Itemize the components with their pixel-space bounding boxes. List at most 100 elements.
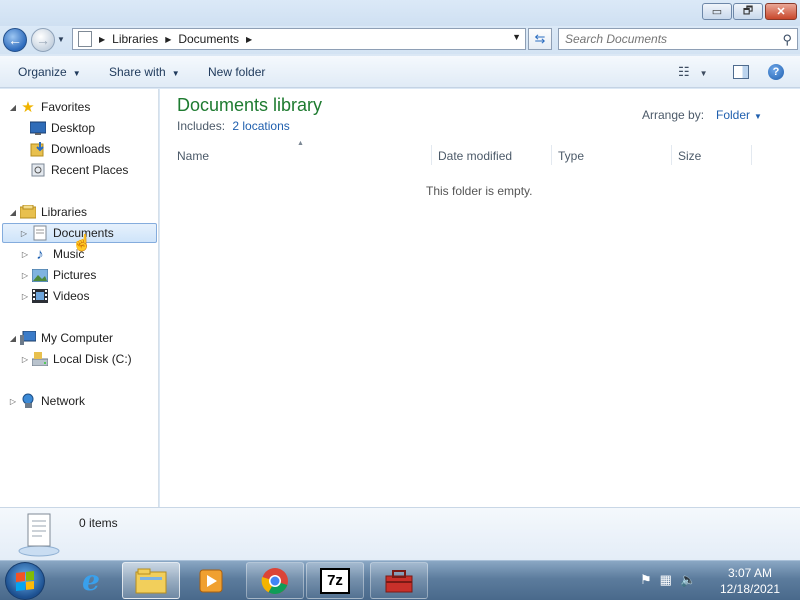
expand-arrow-icon[interactable]: ▷: [20, 271, 30, 280]
collapse-arrow-icon[interactable]: ◢: [8, 208, 18, 217]
folder-icon: [135, 568, 167, 593]
taskbar-7zip[interactable]: 7z: [306, 562, 364, 599]
expand-arrow-icon[interactable]: ▷: [20, 355, 30, 364]
expand-arrow-icon[interactable]: ▷: [20, 250, 30, 259]
address-history-dropdown[interactable]: ▼: [512, 32, 521, 42]
nav-libraries[interactable]: ◢ Libraries: [8, 202, 87, 222]
nav-network[interactable]: ▷ Network: [8, 391, 85, 411]
nav-item-label: Recent Places: [51, 163, 129, 177]
nav-libraries-label: Libraries: [41, 205, 88, 219]
collapse-arrow-icon[interactable]: ◢: [8, 103, 18, 112]
locations-link[interactable]: 2 locations: [232, 119, 289, 133]
hand-pointer-cursor-icon: ☝: [72, 235, 92, 252]
chevron-right-icon[interactable]: ▶: [246, 35, 252, 44]
nav-item-label: Local Disk (C:): [53, 352, 132, 366]
pictures-icon: [32, 267, 48, 283]
documents-icon: [32, 225, 48, 241]
expand-arrow-icon[interactable]: ▷: [8, 397, 18, 406]
expand-arrow-icon[interactable]: ▷: [19, 229, 29, 238]
nav-item-label: Desktop: [51, 121, 96, 135]
search-box[interactable]: ⚲: [558, 28, 798, 50]
taskbar-toolbox[interactable]: [370, 562, 428, 599]
taskbar: e 7z ⚑ ▦ 🔈 3:07 AM 12/18/2021: [0, 560, 800, 600]
maximize-icon: 🗗: [742, 5, 754, 17]
breadcrumb-documents[interactable]: Documents: [178, 32, 239, 46]
desktop-icon: [30, 120, 46, 136]
system-clock[interactable]: 3:07 AM 12/18/2021: [715, 565, 785, 597]
help-icon[interactable]: ?: [768, 64, 784, 80]
organize-label: Organize: [18, 65, 67, 79]
column-divider[interactable]: [551, 145, 552, 165]
preview-pane-icon[interactable]: [733, 65, 749, 79]
refresh-icon: ⇆: [534, 31, 546, 46]
action-center-warning-icon[interactable]: ⚑: [640, 572, 652, 588]
taskbar-chrome[interactable]: [246, 562, 304, 599]
nav-item-downloads[interactable]: Downloads: [30, 139, 110, 159]
back-button[interactable]: ←: [3, 28, 27, 52]
chevron-right-icon[interactable]: ▶: [165, 35, 171, 44]
column-divider[interactable]: [431, 145, 432, 165]
expand-arrow-icon[interactable]: ▷: [20, 292, 30, 301]
column-header-name[interactable]: Name: [177, 145, 427, 167]
content-pane: Documents library Includes: 2 locations …: [160, 89, 800, 507]
nav-item-videos[interactable]: ▷ Videos: [20, 286, 89, 306]
star-icon: ★: [21, 99, 35, 116]
details-pane: 0 items: [0, 507, 800, 560]
new-folder-label: New folder: [208, 65, 266, 79]
clock-date: 12/18/2021: [719, 582, 781, 596]
chevron-down-icon: ▼: [171, 69, 180, 78]
organize-menu[interactable]: Organize ▼: [18, 65, 81, 79]
column-divider[interactable]: [751, 145, 752, 165]
view-list-icon: ☷: [678, 64, 690, 79]
breadcrumb-libraries[interactable]: Libraries: [112, 32, 158, 46]
toolbox-icon: [385, 569, 413, 592]
nav-item-pictures[interactable]: ▷ Pictures: [20, 265, 96, 285]
7zip-icon: 7z: [320, 567, 350, 594]
new-folder-button[interactable]: New folder: [208, 65, 265, 79]
address-bar[interactable]: ▶ Libraries ▶ Documents ▶ ▼: [72, 28, 526, 50]
column-header-type[interactable]: Type: [558, 145, 668, 167]
volume-icon[interactable]: 🔈: [680, 572, 696, 588]
arrange-by-dropdown[interactable]: Folder ▼: [716, 108, 762, 122]
column-header-date-modified[interactable]: Date modified: [438, 145, 548, 167]
videos-icon: [32, 288, 48, 304]
column-label: Type: [558, 149, 585, 163]
close-icon: ✕: [776, 6, 786, 18]
nav-favorites[interactable]: ◢ ★ Favorites: [8, 97, 90, 117]
library-icon: [78, 31, 92, 47]
maximize-button[interactable]: 🗗: [733, 3, 763, 20]
change-view-button[interactable]: ☷ ▼: [678, 64, 708, 80]
column-label: Date modified: [438, 149, 513, 163]
nav-item-desktop[interactable]: Desktop: [30, 118, 95, 138]
collapse-arrow-icon[interactable]: ◢: [8, 334, 18, 343]
music-icon: ♪: [36, 245, 44, 263]
refresh-button[interactable]: ⇆: [528, 28, 552, 50]
column-divider[interactable]: [671, 145, 672, 165]
chevron-right-icon[interactable]: ▶: [99, 35, 105, 44]
title-bar: ▭ 🗗 ✕: [0, 0, 800, 26]
recent-places-icon: [30, 162, 46, 178]
close-button[interactable]: ✕: [765, 3, 797, 20]
share-with-menu[interactable]: Share with ▼: [109, 65, 180, 79]
recent-pages-dropdown[interactable]: ▼: [57, 35, 65, 44]
empty-folder-message: This folder is empty.: [426, 184, 533, 198]
start-button[interactable]: [5, 562, 45, 600]
taskbar-windows-explorer[interactable]: [122, 562, 180, 599]
network-status-icon[interactable]: ▦: [660, 572, 672, 588]
minimize-button[interactable]: ▭: [702, 3, 732, 20]
nav-my-computer[interactable]: ◢ My Computer: [8, 328, 113, 348]
taskbar-media-player[interactable]: [182, 562, 240, 599]
nav-item-recent-places[interactable]: Recent Places: [30, 160, 128, 180]
column-header-size[interactable]: Size: [678, 145, 748, 167]
column-label: Name: [177, 149, 210, 163]
includes-label: Includes:: [177, 119, 226, 133]
media-player-icon: [199, 569, 223, 592]
arrange-by-value: Folder: [716, 108, 751, 122]
nav-item-local-disk[interactable]: ▷ Local Disk (C:): [20, 349, 132, 369]
search-input[interactable]: [559, 29, 759, 49]
search-icon[interactable]: ⚲: [782, 32, 792, 48]
library-includes: Includes: 2 locations: [177, 119, 290, 133]
forward-button[interactable]: →: [31, 28, 55, 52]
taskbar-internet-explorer[interactable]: e: [62, 562, 120, 599]
nav-network-label: Network: [41, 394, 86, 408]
